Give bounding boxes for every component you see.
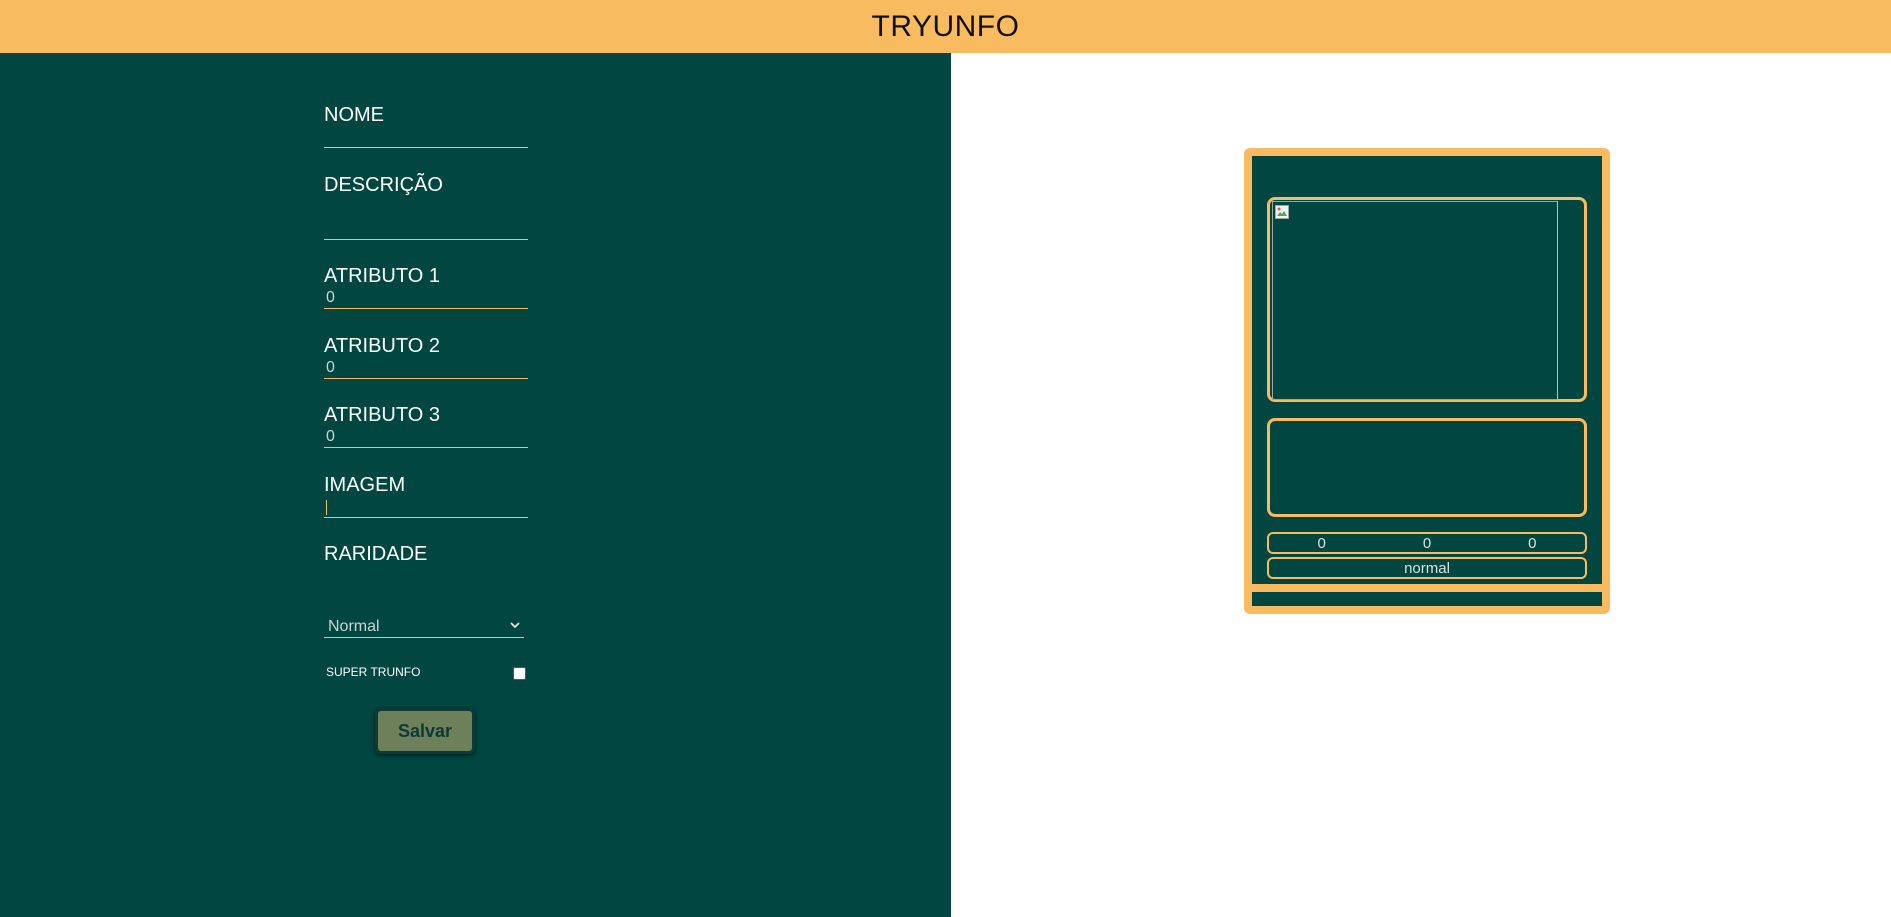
rarity-label: RARIDADE — [324, 543, 428, 565]
attr3-input[interactable] — [324, 427, 528, 448]
card-body: 0 0 0 normal — [1252, 156, 1602, 606]
image-field: IMAGEM — [324, 473, 528, 518]
attr1-label: ATRIBUTO 1 — [324, 265, 440, 287]
image-label: IMAGEM — [324, 474, 406, 496]
name-label: NOME — [324, 104, 384, 126]
card-image-frame — [1267, 197, 1587, 402]
attr1-field: ATRIBUTO 1 — [324, 264, 528, 309]
card-rarity: normal — [1267, 557, 1587, 579]
save-button[interactable]: Salvar — [375, 708, 475, 754]
card-preview: 0 0 0 normal — [1244, 148, 1610, 614]
card-description — [1267, 418, 1587, 517]
description-label: DESCRIÇÃO — [324, 174, 443, 196]
card-attr3: 0 — [1528, 534, 1537, 552]
super-trunfo-checkbox[interactable] — [513, 667, 526, 680]
card-bottom-strip — [1252, 584, 1602, 592]
attr3-field: ATRIBUTO 3 — [324, 403, 528, 448]
description-field: DESCRIÇÃO — [324, 173, 528, 245]
text-cursor — [326, 500, 327, 515]
super-trunfo-label: SUPER TRUNFO — [326, 665, 421, 679]
attr1-input[interactable] — [324, 288, 528, 309]
image-input[interactable] — [324, 497, 528, 518]
card-form: NOME DESCRIÇÃO ATRIBUTO 1 ATRIBUTO 2 ATR… — [0, 53, 951, 917]
attr3-label: ATRIBUTO 3 — [324, 404, 440, 426]
attr2-label: ATRIBUTO 2 — [324, 335, 440, 357]
app-title: TRYUNFO — [871, 9, 1020, 43]
description-input[interactable] — [324, 197, 528, 240]
attr2-field: ATRIBUTO 2 — [324, 334, 528, 379]
rarity-select[interactable]: Normal — [324, 617, 524, 638]
broken-image-icon — [1275, 205, 1289, 219]
app-header: TRYUNFO — [0, 0, 1891, 53]
card-attributes: 0 0 0 — [1267, 532, 1587, 554]
card-attr2: 0 — [1422, 534, 1432, 552]
rarity-selected-value: Normal — [328, 618, 380, 635]
rarity-field: RARIDADE — [324, 542, 528, 566]
card-image — [1272, 201, 1558, 400]
card-attr1: 0 — [1317, 534, 1326, 552]
chevron-down-icon — [508, 619, 522, 633]
name-input[interactable] — [324, 127, 528, 148]
name-field: NOME — [324, 103, 528, 148]
attr2-input[interactable] — [324, 358, 528, 379]
